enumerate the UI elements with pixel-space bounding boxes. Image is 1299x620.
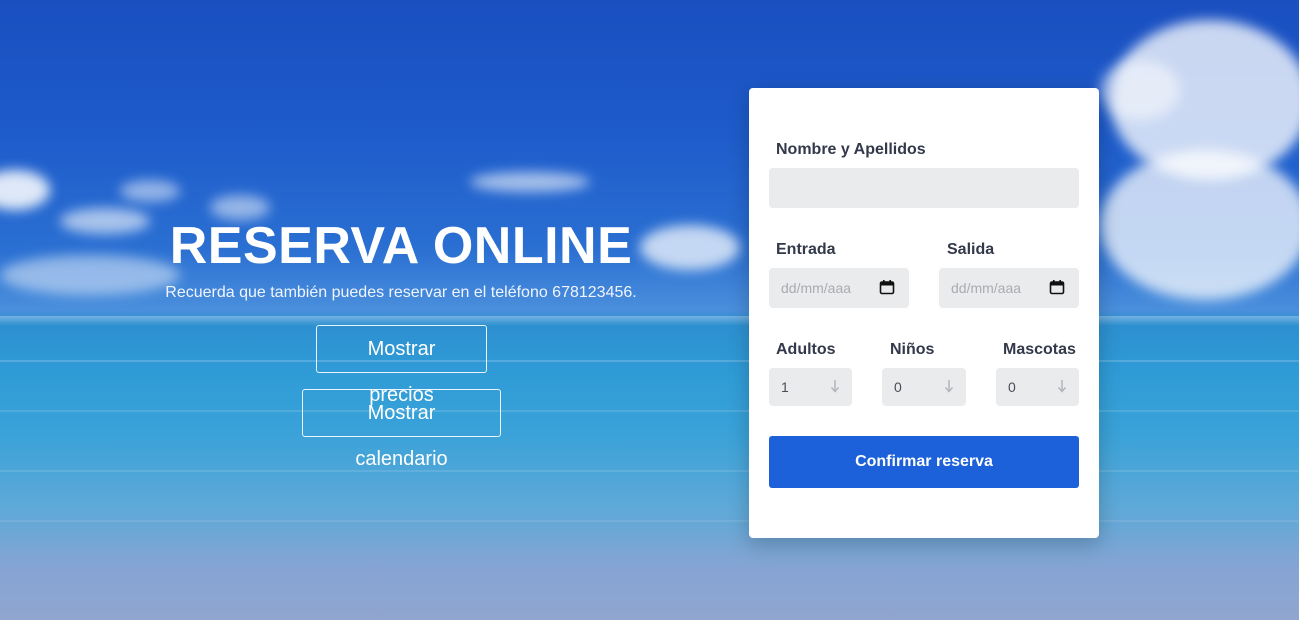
adults-label: Adultos	[776, 341, 836, 358]
arrow-down-icon[interactable]	[944, 378, 954, 394]
calendar-icon[interactable]	[1049, 279, 1065, 295]
cloud	[0, 170, 50, 210]
checkout-label: Salida	[947, 241, 995, 258]
adults-stepper[interactable]: 1	[769, 368, 852, 406]
cloud	[60, 208, 150, 234]
pets-label: Mascotas	[1003, 341, 1076, 358]
show-calendar-button[interactable]: Mostrar calendario	[302, 389, 501, 470]
name-label: Nombre y Apellidos	[776, 141, 926, 158]
cloud	[1100, 150, 1299, 300]
wave	[0, 410, 1299, 412]
calendar-icon[interactable]	[879, 279, 895, 295]
checkout-date-input[interactable]: dd/mm/aaaa	[939, 268, 1079, 308]
horizon	[0, 316, 1299, 326]
hero-section: RESERVA ONLINE Recuerda que también pued…	[140, 217, 662, 470]
wave	[0, 470, 1299, 472]
confirm-booking-button[interactable]: Confirmar reserva	[769, 436, 1079, 488]
booking-form-card: Nombre y Apellidos Entrada dd/mm/aaaa Sa…	[749, 88, 1099, 538]
pets-value: 0	[1008, 379, 1016, 395]
cloud	[470, 172, 590, 192]
wave	[0, 520, 1299, 522]
checkin-label: Entrada	[776, 241, 836, 258]
cloud	[1100, 60, 1180, 120]
cloud	[120, 180, 180, 202]
arrow-down-icon[interactable]	[830, 378, 840, 394]
wave	[0, 360, 1299, 362]
hero-subtitle: Recuerda que también puedes reservar en …	[165, 284, 637, 301]
pets-stepper[interactable]: 0	[996, 368, 1079, 406]
checkout-placeholder: dd/mm/aaaa	[951, 280, 1021, 296]
hero-title: RESERVA ONLINE	[169, 217, 633, 275]
children-label: Niños	[890, 341, 935, 358]
name-input[interactable]	[769, 168, 1079, 208]
show-prices-button[interactable]: Mostrar precios	[316, 325, 487, 406]
arrow-down-icon[interactable]	[1057, 378, 1067, 394]
background-beach-image	[0, 0, 1299, 620]
checkin-placeholder: dd/mm/aaaa	[781, 280, 851, 296]
sand	[0, 530, 1299, 620]
children-value: 0	[894, 379, 902, 395]
adults-value: 1	[781, 379, 789, 395]
children-stepper[interactable]: 0	[882, 368, 966, 406]
checkin-date-input[interactable]: dd/mm/aaaa	[769, 268, 909, 308]
